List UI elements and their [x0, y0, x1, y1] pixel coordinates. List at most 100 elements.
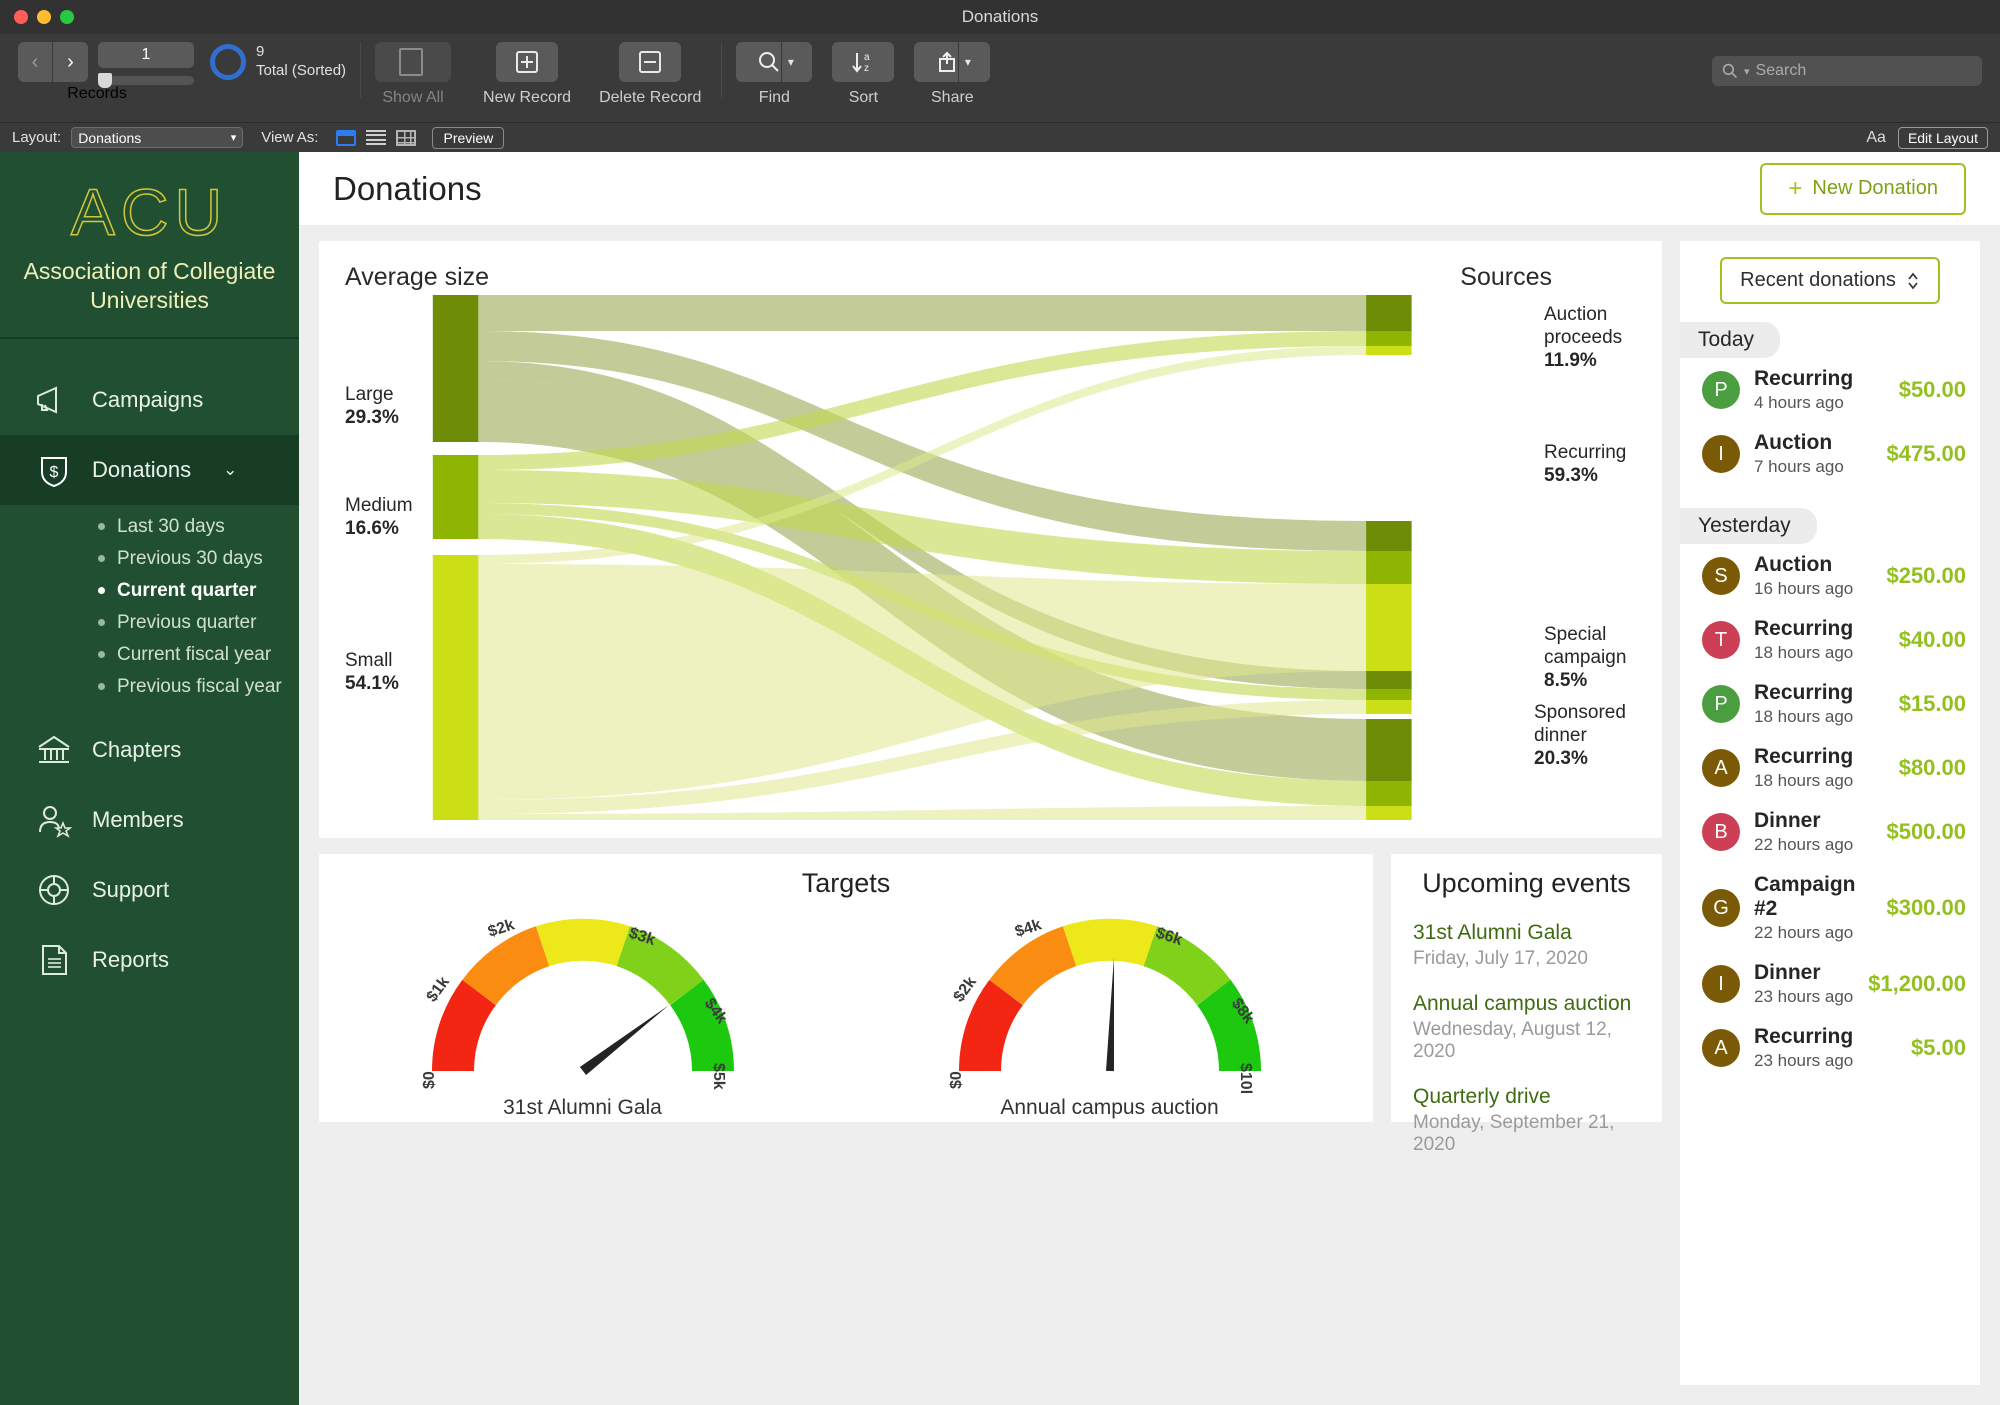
sankey-label-sponsored-dinner: Sponsored dinner 20.3% — [1534, 701, 1644, 771]
view-as-group[interactable] — [336, 129, 417, 146]
donation-time: 22 hours ago — [1754, 923, 1854, 942]
donation-row[interactable]: A Recurring 23 hours ago $5.00 — [1680, 1016, 1980, 1080]
sankey-svg — [432, 295, 1412, 820]
donation-row[interactable]: T Recurring 18 hours ago $40.00 — [1680, 608, 1980, 672]
sidebar-subitem-previous-quarter[interactable]: Previous quarter — [0, 607, 299, 639]
sidebar-item-support[interactable]: Support — [0, 855, 299, 925]
event-item[interactable]: 31st Alumni Gala Friday, July 17, 2020 — [1413, 921, 1640, 970]
chevron-down-icon[interactable]: ⌄ — [223, 460, 237, 480]
sankey-node-small[interactable] — [432, 555, 479, 820]
sankey-node-recurring[interactable] — [1366, 521, 1412, 671]
donation-type: Dinner — [1754, 809, 1821, 832]
day-group-yesterday: Yesterday — [1680, 508, 1980, 544]
new-record-label: New Record — [483, 89, 572, 106]
sidebar-item-label: Support — [92, 876, 170, 902]
record-number-field[interactable]: 1 — [98, 42, 194, 68]
show-all-group[interactable]: Show All — [375, 42, 452, 107]
search-input[interactable]: ▾ Search — [1712, 56, 1982, 86]
sankey-label-pct: 59.3% — [1544, 465, 1598, 487]
maximize-window-button[interactable] — [60, 10, 74, 24]
donation-row[interactable]: B Dinner 22 hours ago $500.00 — [1680, 800, 1980, 864]
sankey-node-special-campaign[interactable] — [1366, 671, 1412, 714]
sidebar-item-members[interactable]: Members — [0, 785, 299, 855]
preview-button[interactable]: Preview — [432, 126, 505, 149]
window-controls[interactable] — [14, 10, 74, 24]
event-item[interactable]: Annual campus auction Wednesday, August … — [1413, 992, 1640, 1063]
sidebar-subitem-current-quarter[interactable]: Current quarter — [0, 575, 299, 607]
sankey-node-large[interactable] — [432, 295, 479, 442]
delete-record-group[interactable]: Delete Record — [599, 42, 701, 107]
record-slider[interactable] — [98, 73, 194, 88]
donation-row[interactable]: S Auction 16 hours ago $250.00 — [1680, 544, 1980, 608]
record-nav-buttons[interactable]: ‹ › — [18, 42, 88, 82]
donation-amount: $15.00 — [1898, 691, 1966, 716]
sidebar-subitem-last-30-days[interactable]: Last 30 days — [0, 511, 299, 543]
view-as-list-icon[interactable] — [366, 129, 387, 146]
sankey-label-pct: 8.5% — [1544, 670, 1588, 692]
share-group[interactable]: ▾ Share — [914, 42, 991, 107]
donation-type: Recurring — [1754, 681, 1854, 704]
sort-group[interactable]: a z Sort — [832, 42, 895, 107]
sidebar-item-label: Campaigns — [92, 386, 204, 412]
sort-button[interactable]: a z — [832, 42, 895, 82]
avatar: A — [1702, 1029, 1740, 1067]
donation-amount: $5.00 — [1910, 1035, 1966, 1060]
donation-time: 18 hours ago — [1754, 643, 1854, 662]
view-as-table-icon[interactable] — [396, 129, 417, 146]
find-button[interactable]: ▾ — [736, 42, 813, 82]
donation-row[interactable]: P Recurring 18 hours ago $15.00 — [1680, 672, 1980, 736]
sidebar-subitem-label: Previous 30 days — [117, 547, 263, 569]
share-button[interactable]: ▾ — [914, 42, 991, 82]
delete-record-button[interactable] — [619, 42, 682, 82]
donation-amount: $1,200.00 — [1868, 971, 1966, 996]
previous-record-icon[interactable]: ‹ — [18, 42, 53, 82]
share-dropdown-icon[interactable]: ▾ — [958, 42, 976, 82]
sidebar-item-chapters[interactable]: Chapters — [0, 715, 299, 785]
view-as-form-icon[interactable] — [336, 129, 357, 146]
close-window-button[interactable] — [14, 10, 28, 24]
text-size-icon[interactable]: Aa — [1866, 129, 1886, 147]
layout-select[interactable]: Donations ▾ — [71, 127, 244, 148]
next-record-icon[interactable]: › — [53, 42, 88, 82]
minus-icon — [639, 51, 662, 73]
new-record-button[interactable] — [496, 42, 559, 82]
total-label: Total (Sorted) — [256, 61, 347, 79]
donation-row[interactable]: A Recurring 18 hours ago $80.00 — [1680, 736, 1980, 800]
sidebar-item-reports[interactable]: Reports — [0, 925, 299, 995]
record-slider-thumb[interactable] — [98, 73, 112, 88]
new-donation-button[interactable]: + New Donation — [1760, 162, 1966, 215]
new-record-group[interactable]: New Record — [483, 42, 571, 107]
donation-row[interactable]: I Dinner 23 hours ago $1,200.00 — [1680, 952, 1980, 1016]
person-star-icon — [39, 805, 73, 838]
upcoming-events-card: Upcoming events 31st Alumni Gala Friday,… — [1391, 854, 1662, 1155]
bank-icon — [38, 735, 70, 763]
donation-amount: $250.00 — [1886, 563, 1966, 588]
donation-time: 4 hours ago — [1754, 393, 1844, 412]
event-name: 31st Alumni Gala — [1413, 921, 1572, 944]
sidebar-subitem-label: Previous quarter — [117, 611, 257, 633]
sankey-label-text: Medium — [345, 495, 413, 516]
show-all-button[interactable] — [375, 42, 452, 82]
sidebar-item-campaigns[interactable]: Campaigns — [0, 365, 299, 435]
event-item[interactable]: Quarterly drive Monday, September 21, 20… — [1413, 1085, 1640, 1156]
sankey-node-sponsored-dinner[interactable] — [1366, 719, 1412, 820]
sidebar-subitem-previous-fiscal-year[interactable]: Previous fiscal year — [0, 671, 299, 703]
sankey-node-auction-proceeds[interactable] — [1366, 295, 1412, 355]
edit-layout-button[interactable]: Edit Layout — [1897, 126, 1988, 149]
minimize-window-button[interactable] — [37, 10, 51, 24]
donation-row[interactable]: G Campaign #2 22 hours ago $300.00 — [1680, 864, 1980, 952]
sidebar-subitem-previous-30-days[interactable]: Previous 30 days — [0, 543, 299, 575]
window-title: Donations — [961, 7, 1039, 26]
search-dropdown-icon[interactable]: ▾ — [1744, 65, 1750, 78]
find-group[interactable]: ▾ Find — [736, 42, 813, 107]
sidebar-subitem-current-fiscal-year[interactable]: Current fiscal year — [0, 639, 299, 671]
donation-time: 23 hours ago — [1754, 1051, 1854, 1070]
recent-donations-select[interactable]: Recent donations — [1720, 257, 1940, 304]
donation-row[interactable]: I Auction 7 hours ago $475.00 — [1680, 422, 1980, 486]
find-dropdown-icon[interactable]: ▾ — [781, 42, 799, 82]
sidebar-item-donations[interactable]: $ Donations ⌄ — [0, 434, 299, 505]
sankey-node-medium[interactable] — [432, 455, 479, 539]
donation-type: Recurring — [1754, 1025, 1854, 1048]
event-date: Wednesday, August 12, 2020 — [1413, 1019, 1612, 1062]
donation-row[interactable]: P Recurring 4 hours ago $50.00 — [1680, 358, 1980, 422]
